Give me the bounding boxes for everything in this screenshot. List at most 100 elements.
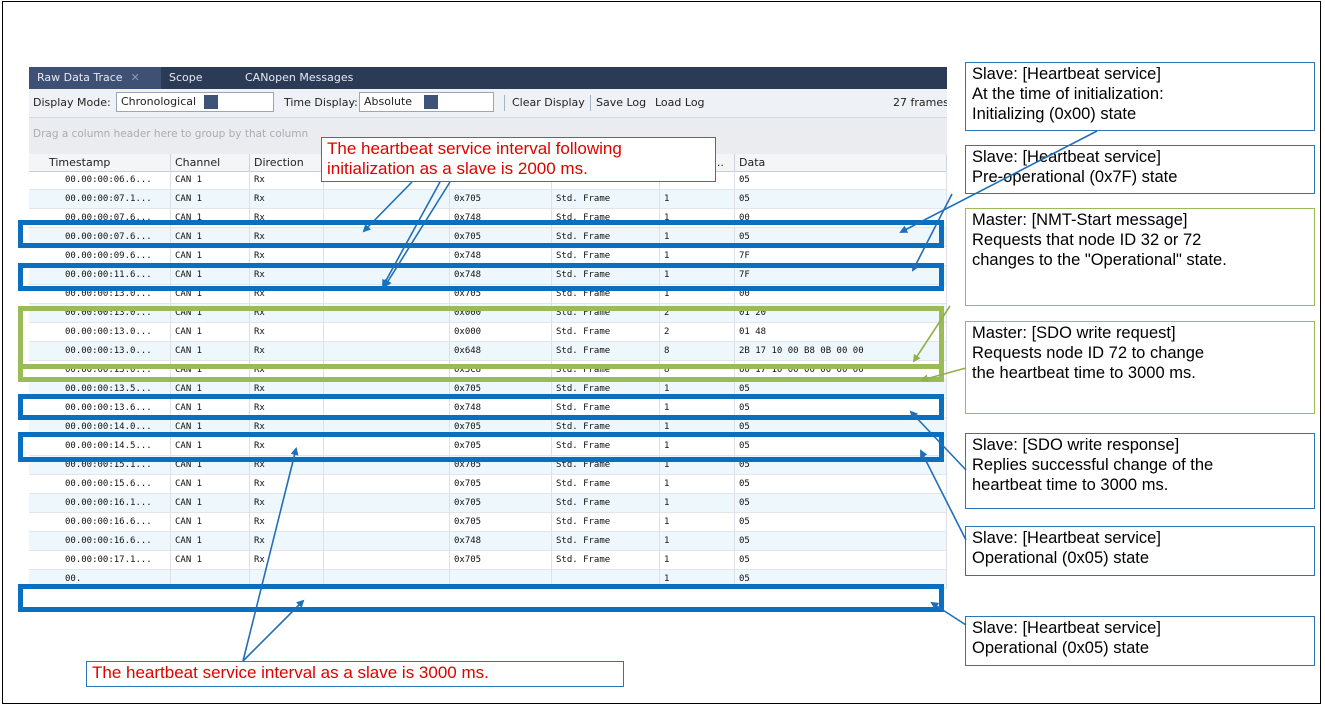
table-cell: Std. Frame (552, 190, 660, 209)
table-row[interactable]: 00.00:00:09.6... CAN 1 Rx 0x748 Std. Frame 1 7… (29, 247, 947, 266)
table-cell: Rx (250, 247, 324, 266)
table-cell: Std. Frame (552, 437, 660, 456)
table-cell: 00.00:00:07.6... (45, 209, 171, 228)
table-cell: CAN 1 (171, 513, 250, 532)
display-mode-select[interactable]: Chronological (116, 92, 274, 112)
table-row[interactable]: 00.00:00:16.1... CAN 1 Rx 0x705 Std. Frame 1 0… (29, 494, 947, 513)
table-cell: CAN 1 (171, 342, 250, 361)
close-icon[interactable]: ✕ (131, 71, 140, 84)
table-cell: Rx (250, 456, 324, 475)
tab-raw-data-trace[interactable]: Raw Data Trace ✕ (29, 67, 161, 89)
table-row[interactable]: 00. 1 05 (29, 570, 947, 589)
table-cell: CAN 1 (171, 437, 250, 456)
table-row[interactable]: 00.00:00:07.6... CAN 1 Rx 0x705 Std. Frame 1 0… (29, 228, 947, 247)
table-cell: Rx (250, 304, 324, 323)
tab-canopen-messages[interactable]: CANopen Messages (237, 67, 365, 89)
table-cell: CAN 1 (171, 399, 250, 418)
table-cell: CAN 1 (171, 551, 250, 570)
table-cell: 05 (735, 513, 947, 532)
table-cell: 8 (660, 361, 735, 380)
table-cell: 1 (660, 513, 735, 532)
tab-scope[interactable]: Scope (161, 67, 235, 89)
table-cell: Rx (250, 437, 324, 456)
table-cell: 1 (660, 456, 735, 475)
table-cell: Rx (250, 494, 324, 513)
table-cell: 2B 17 10 00 B8 0B 00 00 (735, 342, 947, 361)
table-cell: 00.00:00:13.6... (45, 399, 171, 418)
table-cell: 0x5C8 (450, 361, 552, 380)
table-cell: 05 (735, 456, 947, 475)
table-cell: 00 (735, 285, 947, 304)
table-cell: 0x648 (450, 342, 552, 361)
table-cell: Std. Frame (552, 418, 660, 437)
table-cell: CAN 1 (171, 228, 250, 247)
table-cell: 1 (660, 209, 735, 228)
table-cell (324, 285, 450, 304)
table-cell: 00. (45, 570, 171, 589)
table-cell: Std. Frame (552, 399, 660, 418)
column-header[interactable]: Data (735, 154, 947, 171)
table-cell: 01 20 (735, 304, 947, 323)
table-cell: Std. Frame (552, 380, 660, 399)
table-cell (324, 551, 450, 570)
toolbar-separator (590, 95, 591, 111)
table-row[interactable]: 00.00:00:13.6... CAN 1 Rx 0x748 Std. Frame 1 0… (29, 399, 947, 418)
table-cell: 0x000 (450, 323, 552, 342)
table-row[interactable]: 00.00:00:13.0... CAN 1 Rx 0x705 Std. Frame 1 0… (29, 285, 947, 304)
table-cell: 05 (735, 418, 947, 437)
table-cell (324, 266, 450, 285)
table-row[interactable]: 00.00:00:16.6... CAN 1 Rx 0x748 Std. Frame 1 0… (29, 532, 947, 551)
table-row[interactable]: 00.00:00:16.6... CAN 1 Rx 0x705 Std. Frame 1 0… (29, 513, 947, 532)
table-row[interactable]: 00.00:00:13.0... CAN 1 Rx 0x000 Std. Frame 2 0… (29, 323, 947, 342)
time-display-select[interactable]: Absolute (359, 92, 494, 112)
table-cell: 05 (735, 228, 947, 247)
table-cell: 00.00:00:13.0... (45, 323, 171, 342)
table-row[interactable]: 00.00:00:13.5... CAN 1 Rx 0x705 Std. Frame 1 0… (29, 380, 947, 399)
table-cell: 00.00:00:16.1... (45, 494, 171, 513)
table-cell: 0x748 (450, 266, 552, 285)
table-row[interactable]: 00.00:00:15.1... CAN 1 Rx 0x705 Std. Frame 1 0… (29, 456, 947, 475)
save-log-button[interactable]: Save Log (596, 96, 646, 109)
callout-slave-sdo-response: Slave: [SDO write response] Replies succ… (965, 433, 1315, 509)
column-header[interactable]: Channel (171, 154, 250, 171)
table-cell: Std. Frame (552, 513, 660, 532)
table-cell: Rx (250, 399, 324, 418)
table-cell: 0x748 (450, 209, 552, 228)
table-cell: CAN 1 (171, 475, 250, 494)
table-cell: 05 (735, 494, 947, 513)
clear-display-button[interactable]: Clear Display (512, 96, 585, 109)
table-cell: 1 (660, 475, 735, 494)
table-row[interactable]: 00.00:00:07.1... CAN 1 Rx 0x705 Std. Frame 1 0… (29, 190, 947, 209)
toolbar: Display Mode: Chronological Time Display… (29, 89, 947, 118)
table-cell: Rx (250, 285, 324, 304)
table-row[interactable]: 00.00:00:07.6... CAN 1 Rx 0x748 Std. Frame 1 0… (29, 209, 947, 228)
table-cell: CAN 1 (171, 209, 250, 228)
table-cell: 00.00:00:13.0... (45, 285, 171, 304)
table-row[interactable]: 00.00:00:14.5... CAN 1 Rx 0x705 Std. Frame 1 0… (29, 437, 947, 456)
load-log-button[interactable]: Load Log (655, 96, 705, 109)
table-row[interactable]: 00.00:00:13.0... CAN 1 Rx 0x648 Std. Frame 8 2… (29, 342, 947, 361)
table-row[interactable]: 00.00:00:17.1... CAN 1 Rx 0x705 Std. Frame 1 0… (29, 551, 947, 570)
table-cell: Rx (250, 228, 324, 247)
column-header[interactable]: Timestamp (45, 154, 171, 171)
table-cell: Rx (250, 475, 324, 494)
table-row[interactable]: 00.00:00:13.0... CAN 1 Rx 0x5C8 Std. Frame 8 6… (29, 361, 947, 380)
table-cell: Std. Frame (552, 494, 660, 513)
table-cell: Rx (250, 190, 324, 209)
table-cell: 00.00:00:16.6... (45, 532, 171, 551)
table-row[interactable]: 00.00:00:13.0... CAN 1 Rx 0x000 Std. Frame 2 0… (29, 304, 947, 323)
column-header[interactable]: Direction (250, 154, 324, 171)
table-row[interactable]: 00.00:00:14.0... CAN 1 Rx 0x705 Std. Frame 1 0… (29, 418, 947, 437)
dropdown-icon[interactable] (204, 95, 218, 109)
dropdown-icon[interactable] (424, 95, 438, 109)
table-cell (324, 247, 450, 266)
table-cell (324, 228, 450, 247)
table-row[interactable]: 00.00:00:11.6... CAN 1 Rx 0x748 Std. Frame 1 7… (29, 266, 947, 285)
table-cell: Rx (250, 209, 324, 228)
toolbar-separator (504, 95, 505, 111)
table-cell: 1 (660, 285, 735, 304)
table-cell: CAN 1 (171, 456, 250, 475)
table-cell: 05 (735, 570, 947, 589)
table-row[interactable]: 00.00:00:15.6... CAN 1 Rx 0x705 Std. Frame 1 0… (29, 475, 947, 494)
table-cell: 60 17 10 00 00 00 00 00 (735, 361, 947, 380)
